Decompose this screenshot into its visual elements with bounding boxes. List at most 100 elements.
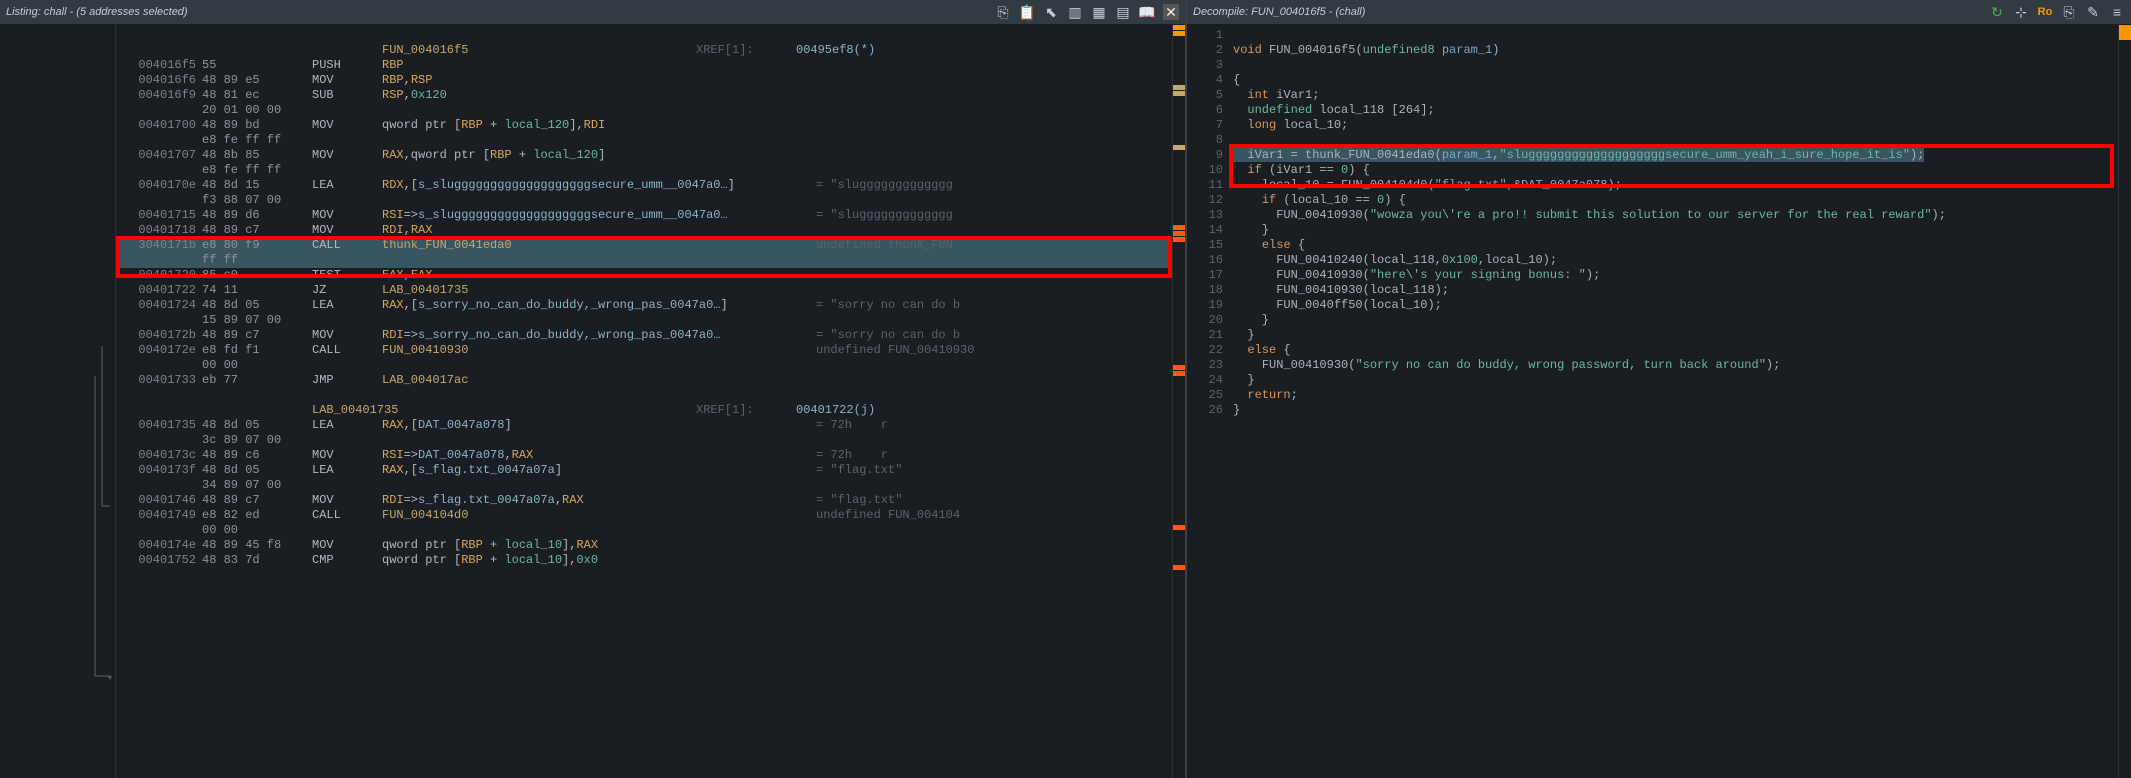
listing-row[interactable]: 0040174e48 89 45 f8MOVqword ptr [RBP + l… xyxy=(116,538,1172,553)
book-icon[interactable]: 📖 xyxy=(1139,4,1155,20)
tree-icon[interactable]: ⊹ xyxy=(2013,4,2029,20)
listing-row[interactable]: 00 00 xyxy=(116,358,1172,373)
listing-row[interactable]: 0040173c48 89 c6MOVRSI=>DAT_0047a078,RAX… xyxy=(116,448,1172,463)
listing-row[interactable]: e8 fe ff ff xyxy=(116,163,1172,178)
decompile-row[interactable]: if (iVar1 == 0) { xyxy=(1233,163,2118,178)
cursor-icon[interactable]: ⬉ xyxy=(1043,4,1059,20)
listing-row[interactable] xyxy=(116,28,1172,43)
decompile-row[interactable]: long local_10; xyxy=(1233,118,2118,133)
listing-row[interactable]: ff ff xyxy=(116,253,1172,268)
paste-icon[interactable]: 📋 xyxy=(1019,4,1035,20)
decompile-row[interactable]: int iVar1; xyxy=(1233,88,2118,103)
listing-row[interactable]: 0040173548 8d 05LEARAX,[DAT_0047a078]= 7… xyxy=(116,418,1172,433)
listing-row[interactable]: 34 89 07 00 xyxy=(116,478,1172,493)
line-number: 10 xyxy=(1187,163,1223,178)
listing-row[interactable]: 0040170e48 8d 15LEARDX,[s_sluggggggggggg… xyxy=(116,178,1172,193)
listing-row[interactable]: 004016f948 81 ecSUBRSP,0x120 xyxy=(116,88,1172,103)
line-number: 7 xyxy=(1187,118,1223,133)
decompile-row[interactable]: if (local_10 == 0) { xyxy=(1233,193,2118,208)
decompile-row[interactable]: FUN_00410930("here\'s your signing bonus… xyxy=(1233,268,2118,283)
marker[interactable] xyxy=(1173,25,1185,30)
line-number: 14 xyxy=(1187,223,1223,238)
marker[interactable] xyxy=(1173,365,1185,370)
marker[interactable] xyxy=(1173,565,1185,570)
close-icon[interactable]: ✕ xyxy=(1163,4,1179,20)
decompile-row[interactable]: } xyxy=(1233,313,2118,328)
listing-marker-strip[interactable] xyxy=(1172,24,1185,778)
listing-row[interactable]: 0040172b48 89 c7MOVRDI=>s_sorry_no_can_d… xyxy=(116,328,1172,343)
decompile-row[interactable]: FUN_00410930("sorry no can do buddy, wro… xyxy=(1233,358,2118,373)
listing-row[interactable]: 0040175248 83 7dCMPqword ptr [RBP + loca… xyxy=(116,553,1172,568)
edit-icon[interactable]: ✎ xyxy=(2085,4,2101,20)
marker[interactable] xyxy=(1173,371,1185,376)
listing-code[interactable]: FUN_004016f5XREF[1]: 00495ef8(*)004016f5… xyxy=(116,24,1172,778)
marker[interactable] xyxy=(1173,85,1185,90)
decompile-row[interactable]: void FUN_004016f5(undefined8 param_1) xyxy=(1233,43,2118,58)
listing-row[interactable]: 20 01 00 00 xyxy=(116,103,1172,118)
decompile-row[interactable]: } xyxy=(1233,373,2118,388)
listing-row[interactable]: 0040172274 11JZLAB_00401735 xyxy=(116,283,1172,298)
decompile-row[interactable]: FUN_00410930("wowza you\'re a pro!! subm… xyxy=(1233,208,2118,223)
listing-row[interactable]: 0040171548 89 d6MOVRSI=>s_sluggggggggggg… xyxy=(116,208,1172,223)
function-label[interactable]: FUN_004016f5 xyxy=(382,43,468,57)
marker[interactable] xyxy=(2119,35,2131,40)
decompile-row[interactable]: else { xyxy=(1233,238,2118,253)
marker[interactable] xyxy=(1173,525,1185,530)
decompile-row[interactable]: FUN_00410930(local_118); xyxy=(1233,283,2118,298)
listing-row[interactable]: 0040171848 89 c7MOVRDI,RAX xyxy=(116,223,1172,238)
listing-row[interactable]: 004016f555PUSHRBP xyxy=(116,58,1172,73)
ro-icon[interactable]: Ro xyxy=(2037,4,2053,20)
marker[interactable] xyxy=(1173,31,1185,36)
listing-row[interactable]: 0040170748 8b 85MOVRAX,qword ptr [RBP + … xyxy=(116,148,1172,163)
layout1-icon[interactable]: ▥ xyxy=(1067,4,1083,20)
layout3-icon[interactable]: ▤ xyxy=(1115,4,1131,20)
marker[interactable] xyxy=(1173,225,1185,230)
listing-row[interactable]: 00 00 xyxy=(116,523,1172,538)
decompile-row[interactable]: FUN_0040ff50(local_10); xyxy=(1233,298,2118,313)
decompile-row[interactable]: local_10 = FUN_004104d0("flag.txt",&DAT_… xyxy=(1233,178,2118,193)
marker[interactable] xyxy=(1173,91,1185,96)
decompile-row[interactable] xyxy=(1233,28,2118,43)
decompile-row[interactable]: else { xyxy=(1233,343,2118,358)
listing-row[interactable]: 0040172ee8 fd f1CALLFUN_00410930undefine… xyxy=(116,343,1172,358)
listing-row[interactable]: 0040174648 89 c7MOVRDI=>s_flag.txt_0047a… xyxy=(116,493,1172,508)
decompile-row[interactable]: { xyxy=(1233,73,2118,88)
decompile-marker-strip[interactable] xyxy=(2118,24,2131,778)
decompile-row[interactable]: iVar1 = thunk_FUN_0041eda0(param_1,"slug… xyxy=(1233,148,2118,163)
decompile-row[interactable]: } xyxy=(1233,403,2118,418)
refresh-icon[interactable]: ↻ xyxy=(1989,4,2005,20)
listing-row[interactable]: LAB_00401735XREF[1]: 00401722(j) xyxy=(116,403,1172,418)
line-number: 2 xyxy=(1187,43,1223,58)
marker[interactable] xyxy=(1173,237,1185,242)
layout2-icon[interactable]: ▦ xyxy=(1091,4,1107,20)
marker[interactable] xyxy=(1173,145,1185,150)
listing-row[interactable]: 0040172448 8d 05LEARAX,[s_sorry_no_can_d… xyxy=(116,298,1172,313)
listing-row[interactable]: 0040173f48 8d 05LEARAX,[s_flag.txt_0047a… xyxy=(116,463,1172,478)
decompile-row[interactable]: FUN_00410240(local_118,0x100,local_10); xyxy=(1233,253,2118,268)
line-number: 8 xyxy=(1187,133,1223,148)
copy-icon[interactable]: ⎘ xyxy=(995,4,1011,20)
decompile-row[interactable] xyxy=(1233,58,2118,73)
listing-row[interactable]: e8 fe ff ff xyxy=(116,133,1172,148)
decompile-row[interactable]: undefined local_118 [264]; xyxy=(1233,103,2118,118)
decompile-row[interactable]: return; xyxy=(1233,388,2118,403)
listing-row[interactable]: 0040172085 c0TESTEAX,EAX xyxy=(116,268,1172,283)
listing-row[interactable]: 00401733eb 77JMPLAB_004017ac xyxy=(116,373,1172,388)
decompile-row[interactable]: } xyxy=(1233,223,2118,238)
listing-row[interactable] xyxy=(116,388,1172,403)
marker[interactable] xyxy=(1173,231,1185,236)
decompile-row[interactable]: } xyxy=(1233,328,2118,343)
code-label[interactable]: LAB_00401735 xyxy=(312,403,398,417)
decompile-row[interactable] xyxy=(1233,133,2118,148)
listing-row[interactable]: 0040170048 89 bdMOVqword ptr [RBP + loca… xyxy=(116,118,1172,133)
listing-row[interactable]: 3c 89 07 00 xyxy=(116,433,1172,448)
listing-row[interactable]: 004016f648 89 e5MOVRBP,RSP xyxy=(116,73,1172,88)
listing-row[interactable]: 3040171be8 80 f9CALLthunk_FUN_0041eda0un… xyxy=(116,238,1172,253)
menu-icon[interactable]: ≡ xyxy=(2109,4,2125,20)
decompile-code[interactable]: void FUN_004016f5(undefined8 param_1) { i… xyxy=(1229,24,2118,778)
listing-row[interactable]: FUN_004016f5XREF[1]: 00495ef8(*) xyxy=(116,43,1172,58)
copy-icon[interactable]: ⎘ xyxy=(2061,4,2077,20)
listing-row[interactable]: 00401749e8 82 edCALLFUN_004104d0undefine… xyxy=(116,508,1172,523)
listing-row[interactable]: 15 89 07 00 xyxy=(116,313,1172,328)
listing-row[interactable]: f3 88 07 00 xyxy=(116,193,1172,208)
